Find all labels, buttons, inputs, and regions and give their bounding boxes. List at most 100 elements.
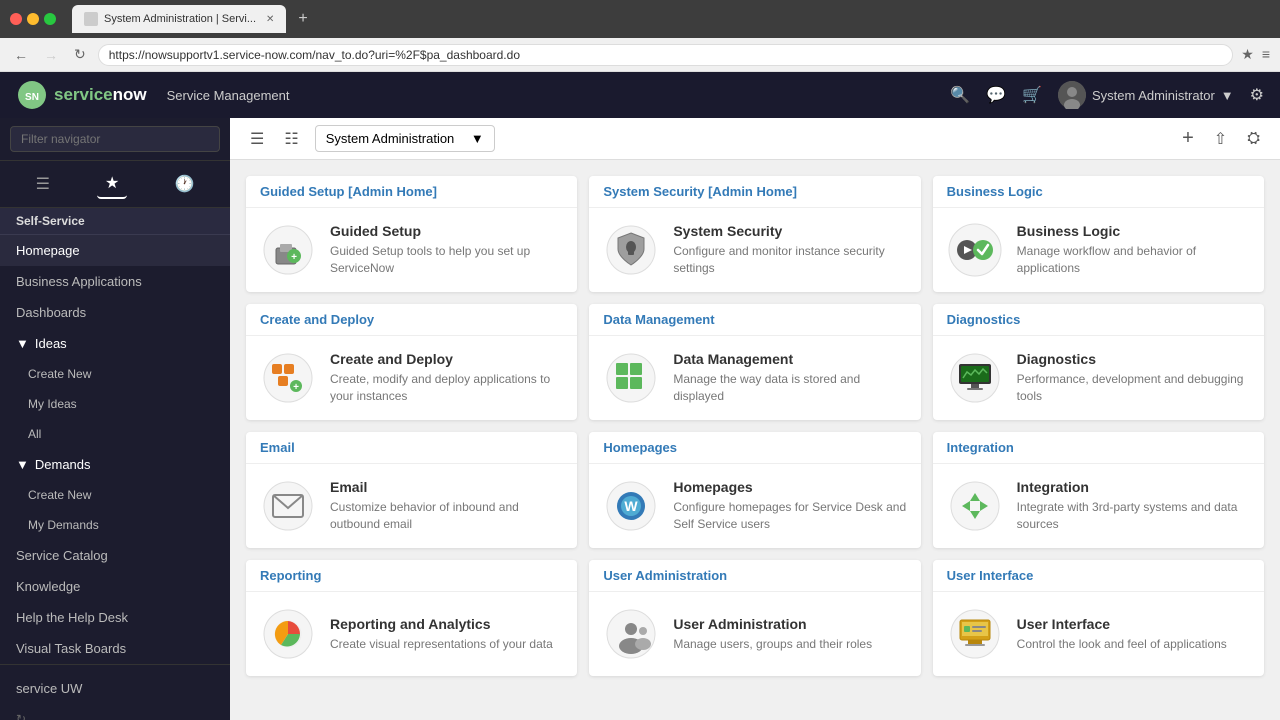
card-body-business-logic[interactable]: Business Logic Manage workflow and behav…: [933, 208, 1264, 292]
sidebar-item-visual-task-boards[interactable]: Visual Task Boards: [0, 633, 230, 664]
guided-setup-title: Guided Setup: [330, 223, 563, 239]
sidebar-item-business-applications[interactable]: Business Applications: [0, 266, 230, 297]
sidebar-item-my-ideas[interactable]: My Ideas: [0, 389, 230, 419]
card-header-reporting[interactable]: Reporting: [246, 560, 577, 592]
card-header-homepages[interactable]: Homepages: [589, 432, 920, 464]
chat-icon[interactable]: 💬: [986, 85, 1006, 105]
bookmark-icon[interactable]: ★: [1241, 46, 1254, 63]
sidebar-item-service-catalog[interactable]: Service Catalog: [0, 540, 230, 571]
sidebar-item-my-demands[interactable]: My Demands: [0, 510, 230, 540]
list-view-button[interactable]: ☰: [246, 125, 268, 153]
card-data-management: Data Management: [589, 304, 920, 420]
card-body-data-management[interactable]: Data Management Manage the way data is s…: [589, 336, 920, 420]
new-tab-button[interactable]: +: [298, 10, 307, 28]
card-system-security: System Security [Admin Home]: [589, 176, 920, 292]
sidebar-item-knowledge[interactable]: Knowledge: [0, 571, 230, 602]
add-button[interactable]: +: [1178, 123, 1198, 154]
sidebar-clock-icon[interactable]: 🕐: [167, 169, 203, 199]
sidebar-self-service-header: Self-Service: [0, 208, 230, 235]
settings-button[interactable]: ⛭: [1243, 123, 1264, 154]
user-name: System Administrator: [1092, 88, 1215, 103]
main-layout: ☰ ★ 🕐 Self-Service Homepage Business App…: [0, 118, 1280, 720]
homepages-text: Homepages Configure homepages for Servic…: [673, 479, 906, 533]
card-section-title: Business Logic: [947, 184, 1043, 199]
card-email: Email: [246, 432, 577, 548]
grid-view-button[interactable]: ☷: [280, 125, 302, 153]
header-right: 🔍 💬 🛒 System Administrator ▼ ⚙: [950, 81, 1264, 109]
settings-icon[interactable]: ≡: [1262, 46, 1270, 63]
refresh-button[interactable]: ↻: [70, 44, 90, 65]
sidebar-item-help-help-desk[interactable]: Help the Help Desk: [0, 602, 230, 633]
card-user-admin: User Administration: [589, 560, 920, 676]
sidebar-item-demands-create-new[interactable]: Create New: [0, 480, 230, 510]
card-body-email[interactable]: Email Customize behavior of inbound and …: [246, 464, 577, 548]
user-dropdown-icon: ▼: [1221, 88, 1234, 103]
diagnostics-icon: [947, 350, 1003, 406]
reporting-text: Reporting and Analytics Create visual re…: [330, 616, 563, 653]
browser-nav-icons: ★ ≡: [1241, 46, 1270, 63]
diagnostics-title: Diagnostics: [1017, 351, 1250, 367]
sidebar-item-service-uw[interactable]: service UW: [16, 673, 214, 704]
cards-grid: Guided Setup [Admin Home]: [246, 176, 1264, 676]
card-header-guided-setup[interactable]: Guided Setup [Admin Home]: [246, 176, 577, 208]
address-bar[interactable]: https://nowsupportv1.service-now.com/nav…: [98, 44, 1234, 66]
card-header-user-admin[interactable]: User Administration: [589, 560, 920, 592]
sidebar-star-icon[interactable]: ★: [97, 169, 127, 199]
chevron-down-icon: ▼: [16, 336, 29, 351]
back-button[interactable]: ←: [10, 45, 32, 65]
card-body-guided-setup[interactable]: + Guided Setup Guided Setup tools to hel…: [246, 208, 577, 292]
sidebar-item-dashboards[interactable]: Dashboards: [0, 297, 230, 328]
sidebar-item-demands[interactable]: ▼ Demands: [0, 449, 230, 480]
sidebar-icon-tabs: ☰ ★ 🕐: [0, 161, 230, 208]
card-header-diagnostics[interactable]: Diagnostics: [933, 304, 1264, 336]
card-body-homepages[interactable]: W Homepages Configure homepages for Serv…: [589, 464, 920, 548]
tab-close-button[interactable]: ✕: [266, 14, 274, 25]
system-security-text: System Security Configure and monitor in…: [673, 223, 906, 277]
search-input[interactable]: [10, 126, 220, 152]
tab-title: System Administration | Servi...: [104, 13, 256, 25]
section-dropdown[interactable]: System Administration ▼: [315, 125, 495, 152]
sidebar-item-ideas[interactable]: ▼ Ideas: [0, 328, 230, 359]
card-body-create-deploy[interactable]: + Create and Deploy Create, modify and d…: [246, 336, 577, 420]
card-header-business-logic[interactable]: Business Logic: [933, 176, 1264, 208]
search-icon[interactable]: 🔍: [950, 85, 970, 105]
card-body-user-admin[interactable]: User Administration Manage users, groups…: [589, 592, 920, 676]
card-header-data-management[interactable]: Data Management: [589, 304, 920, 336]
card-header-user-interface[interactable]: User Interface: [933, 560, 1264, 592]
user-menu[interactable]: System Administrator ▼: [1058, 81, 1234, 109]
cart-icon[interactable]: 🛒: [1022, 85, 1042, 105]
sidebar-item-ideas-all[interactable]: All: [0, 419, 230, 449]
card-body-integration[interactable]: Integration Integrate with 3rd-party sys…: [933, 464, 1264, 548]
card-section-title: Integration: [947, 440, 1014, 455]
sidebar-item-ideas-create-new[interactable]: Create New: [0, 359, 230, 389]
user-interface-desc: Control the look and feel of application…: [1017, 636, 1250, 653]
logo-text: servicenow: [54, 85, 147, 105]
sidebar-go-back[interactable]: ↻: [16, 704, 214, 720]
minimize-dot[interactable]: [27, 13, 39, 25]
card-header-email[interactable]: Email: [246, 432, 577, 464]
card-header-create-deploy[interactable]: Create and Deploy: [246, 304, 577, 336]
reporting-icon: [260, 606, 316, 662]
gear-icon[interactable]: ⚙: [1250, 85, 1264, 105]
maximize-dot[interactable]: [44, 13, 56, 25]
dropdown-arrow-icon: ▼: [471, 131, 484, 146]
card-body-diagnostics[interactable]: Diagnostics Performance, development and…: [933, 336, 1264, 420]
toolbar: ☰ ☷ System Administration ▼ + ⇧ ⛭: [230, 118, 1280, 160]
data-management-text: Data Management Manage the way data is s…: [673, 351, 906, 405]
card-body-system-security[interactable]: System Security Configure and monitor in…: [589, 208, 920, 292]
card-body-user-interface[interactable]: User Interface Control the look and feel…: [933, 592, 1264, 676]
sidebar-search-container: [0, 118, 230, 161]
card-header-integration[interactable]: Integration: [933, 432, 1264, 464]
close-dot[interactable]: [10, 13, 22, 25]
card-guided-setup: Guided Setup [Admin Home]: [246, 176, 577, 292]
share-button[interactable]: ⇧: [1210, 123, 1231, 154]
card-section-title: User Interface: [947, 568, 1034, 583]
svg-text:SN: SN: [25, 92, 39, 103]
browser-tab[interactable]: System Administration | Servi... ✕: [72, 5, 286, 33]
sidebar-list-icon[interactable]: ☰: [28, 169, 58, 199]
card-body-reporting[interactable]: Reporting and Analytics Create visual re…: [246, 592, 577, 676]
business-logic-desc: Manage workflow and behavior of applicat…: [1017, 243, 1250, 277]
sidebar-item-homepage[interactable]: Homepage: [0, 235, 230, 266]
card-header-system-security[interactable]: System Security [Admin Home]: [589, 176, 920, 208]
forward-button[interactable]: →: [40, 45, 62, 65]
